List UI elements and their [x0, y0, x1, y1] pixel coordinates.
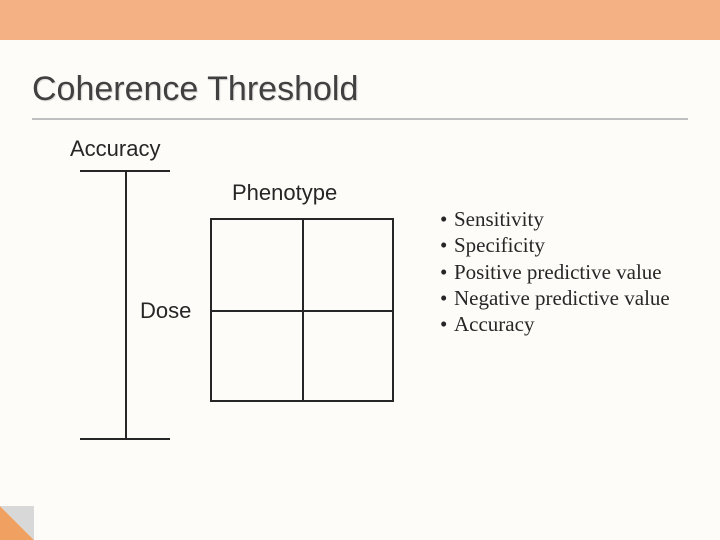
- list-item: • Specificity: [440, 232, 700, 258]
- header-bar: [0, 0, 720, 40]
- bracket-bottom: [80, 438, 170, 440]
- list-item-label: Sensitivity: [454, 206, 544, 232]
- bullet-icon: •: [440, 206, 454, 232]
- bracket-vertical: [125, 170, 127, 438]
- list-item: • Negative predictive value: [440, 285, 700, 311]
- list-item-label: Positive predictive value: [454, 259, 662, 285]
- dose-label: Dose: [140, 298, 191, 324]
- title-underline: [32, 118, 688, 120]
- accuracy-label: Accuracy: [70, 136, 160, 162]
- bullet-icon: •: [440, 311, 454, 337]
- two-by-two-grid: [210, 218, 394, 402]
- list-item-label: Negative predictive value: [454, 285, 670, 311]
- list-item: • Sensitivity: [440, 206, 700, 232]
- bullet-list: • Sensitivity • Specificity • Positive p…: [440, 206, 700, 337]
- slide-title: Coherence Threshold: [32, 70, 358, 109]
- bullet-icon: •: [440, 232, 454, 258]
- page-curl-icon: [0, 506, 34, 540]
- bullet-icon: •: [440, 285, 454, 311]
- bullet-icon: •: [440, 259, 454, 285]
- phenotype-label: Phenotype: [232, 180, 337, 206]
- list-item-label: Specificity: [454, 232, 545, 258]
- grid-horizontal-divider: [212, 310, 392, 312]
- list-item: • Accuracy: [440, 311, 700, 337]
- list-item: • Positive predictive value: [440, 259, 700, 285]
- list-item-label: Accuracy: [454, 311, 534, 337]
